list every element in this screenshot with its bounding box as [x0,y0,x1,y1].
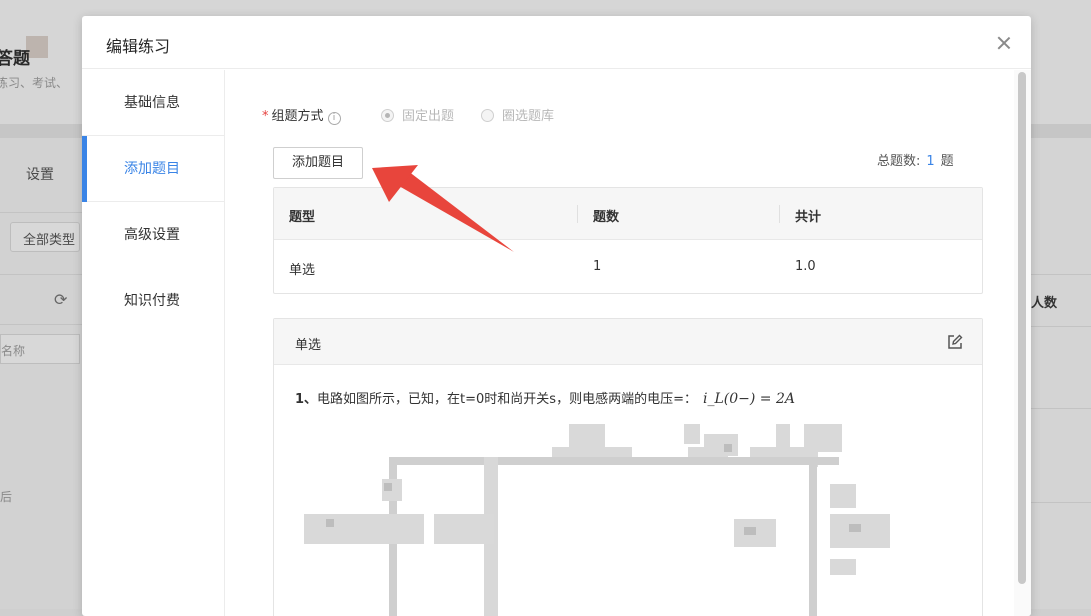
radio-unchecked-icon [481,109,494,122]
question-card-header: 单选 [274,319,982,365]
question-summary-table: 题型 题数 共计 单选 1 1.0 [273,187,983,294]
radio-checked-icon [381,109,394,122]
question-body: 电路如图所示，已知，在t=0时和尚开关s，则电感两端的电压=： [317,392,697,407]
info-icon[interactable]: i [327,112,341,125]
edit-practice-dialog: 编辑练习 基础信息 添加题目 高级设置 知识付费 * 组题方式 i 固定出题 圈选题… [82,16,1031,616]
question-type-title: 单选 [295,338,322,353]
background-row-text: 后 [0,490,13,504]
column-header-count: 题数 [593,210,620,225]
column-divider [577,205,578,223]
scrollbar-thumb[interactable] [1018,72,1026,584]
total-label: 总题数: [877,154,921,169]
background-tab-settings: 设置 [26,167,54,183]
compose-mode-text: 组题方式 [271,109,324,124]
background-divider [1031,274,1091,275]
sidebar-item-knowledge-payment[interactable]: 知识付费 [82,268,224,334]
required-star: * [262,109,269,124]
sidebar-item-label: 添加题目 [124,161,180,177]
question-formula: i_L(0−) = 2A [702,391,795,407]
background-divider [1031,408,1091,409]
total-count: 1 [926,154,935,169]
dialog-title: 编辑练习 [106,37,171,56]
background-column-header: 人数 [1031,296,1058,311]
sidebar-item-advanced-settings[interactable]: 高级设置 [82,202,224,268]
table-header: 题型 题数 共计 [274,188,982,240]
background-divider [0,324,82,325]
background-divider [1031,502,1091,503]
background-type-filter: 全部类型 [10,222,80,252]
background-right-panel [1031,138,1091,609]
column-header-type: 题型 [289,210,316,225]
background-title: 答题 [0,49,30,69]
radio-fixed-questions[interactable]: 固定出题 [381,105,454,124]
background-search-placeholder: 名称 [1,344,26,358]
close-icon[interactable] [994,33,1014,53]
total-unit: 题 [940,154,954,169]
background-search-input: 名称 [0,334,80,364]
sidebar-item-label: 知识付费 [124,293,180,309]
radio-label: 圈选题库 [502,109,555,124]
background-divider [0,212,82,213]
background-subtitle: 练习、考试、 [0,76,69,90]
sidebar-item-add-questions[interactable]: 添加题目 [82,136,224,202]
edit-icon[interactable] [947,334,963,350]
add-question-button[interactable]: 添加题目 [273,147,363,179]
radio-label: 固定出题 [402,109,455,124]
sidebar-item-label: 基础信息 [124,95,180,111]
total-questions: 总题数: 1 题 [877,150,954,169]
cell-type: 单选 [289,263,316,278]
question-card: 单选 1、电路如图所示，已知，在t=0时和尚开关s，则电感两端的电压=： i_L(… [273,318,983,616]
cell-total: 1.0 [795,259,816,274]
dialog-content: * 组题方式 i 固定出题 圈选题库 添加题目 总题数: 1 题 题型 题数 共计 单选… [225,70,1031,616]
question-text: 1、电路如图所示，已知，在t=0时和尚开关s，则电感两端的电压=： i_L(0−)… [295,388,795,407]
background-filter-label: 全部类型 [23,233,76,248]
refresh-icon: ⟳ [54,290,68,309]
question-number: 1、 [295,392,318,407]
radio-question-bank[interactable]: 圈选题库 [481,105,554,124]
cell-count: 1 [593,259,602,274]
circuit-diagram-image [304,424,890,616]
dialog-header: 编辑练习 [82,16,1031,69]
column-header-total: 共计 [795,210,822,225]
column-divider [779,205,780,223]
sidebar-item-basic-info[interactable]: 基础信息 [82,70,224,136]
background-divider [1031,326,1091,327]
dialog-sidebar: 基础信息 添加题目 高级设置 知识付费 [82,70,225,616]
compose-mode-label: * 组题方式 i [262,105,341,125]
sidebar-item-label: 高级设置 [124,227,180,243]
background-divider [0,274,82,275]
